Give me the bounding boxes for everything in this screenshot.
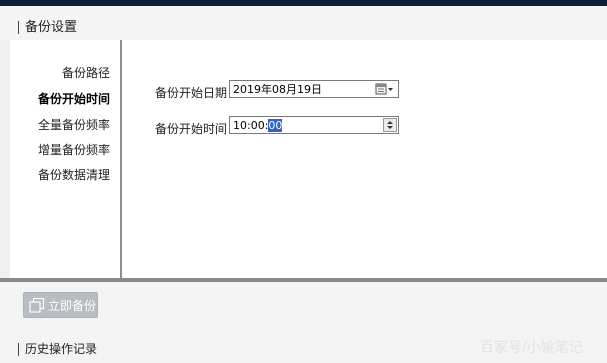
start-time-value: 10:00:00	[233, 119, 283, 132]
section-title-text: 备份设置	[25, 20, 78, 35]
backup-now-button[interactable]: 立即备份	[23, 292, 98, 318]
nav-item-backup-data-cleanup[interactable]: 备份数据清理	[38, 166, 110, 183]
settings-nav: 备份路径 备份开始时间 全量备份频率 增量备份频率 备份数据清理	[10, 40, 120, 278]
panel-bottom-edge	[0, 278, 607, 282]
history-marker	[18, 343, 19, 356]
copy-icon	[29, 297, 45, 313]
nav-item-full-backup-frequency[interactable]: 全量备份频率	[38, 116, 110, 133]
history-link[interactable]: 历史操作记录	[18, 341, 97, 357]
spinner-down-icon[interactable]	[387, 126, 393, 129]
start-time-hh-mm: 10:00:	[233, 119, 269, 132]
start-time-input[interactable]: 10:00:00	[229, 116, 399, 134]
start-time-seconds-selected[interactable]: 00	[268, 119, 283, 132]
start-date-label: 备份开始日期	[155, 86, 228, 100]
section-title: 备份设置	[18, 20, 77, 36]
calendar-icon[interactable]	[375, 83, 395, 95]
nav-item-backup-path[interactable]: 备份路径	[62, 64, 110, 81]
header: 备份设置	[0, 6, 607, 40]
nav-divider	[120, 40, 122, 278]
history-label: 历史操作记录	[25, 342, 98, 356]
start-time-label: 备份开始时间	[155, 122, 228, 136]
backup-now-label: 立即备份	[48, 299, 97, 313]
section-marker	[18, 21, 19, 34]
start-date-value: 2019年08月19日	[233, 83, 322, 96]
spinner-icon[interactable]	[383, 118, 397, 132]
left-edge	[0, 40, 10, 278]
nav-item-backup-start-time[interactable]: 备份开始时间	[38, 90, 110, 107]
start-date-picker[interactable]: 2019年08月19日	[229, 80, 399, 98]
watermark: 百家号/小姚笔记	[480, 340, 583, 356]
spinner-up-icon[interactable]	[387, 121, 393, 124]
nav-item-incremental-backup-frequency[interactable]: 增量备份频率	[38, 141, 110, 158]
